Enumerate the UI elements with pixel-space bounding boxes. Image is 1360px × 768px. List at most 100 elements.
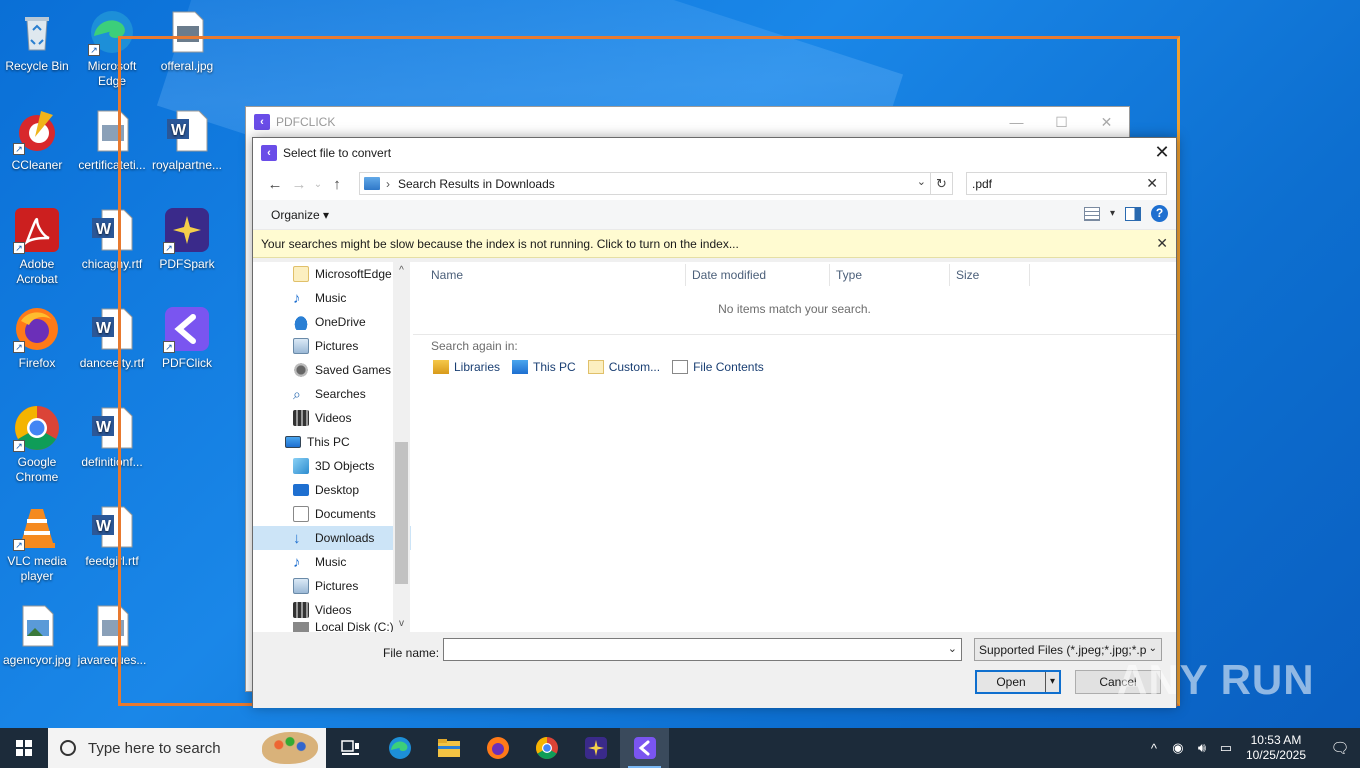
open-split-arrow-icon[interactable]: ▾ [1045,672,1059,692]
nav-item-documents[interactable]: Documents [253,502,411,526]
taskbar-edge[interactable] [375,728,424,768]
organize-button[interactable]: Organize ▾ [271,208,329,222]
search-again-this-pc[interactable]: This PC [512,360,576,374]
address-bar[interactable]: › Search Results in Downloads ⌄ ↻ [359,172,953,195]
search-again-file-contents[interactable]: File Contents [672,360,764,374]
file-name-dropdown-icon[interactable]: ⌄ [948,642,957,655]
clock-time: 10:53 AM [1250,733,1302,747]
preview-pane-icon[interactable] [1125,206,1141,221]
help-icon[interactable]: ? [1151,205,1168,222]
nav-item-searches[interactable]: ⌕ Searches [253,382,411,406]
nav-item-pictures[interactable]: Pictures [253,334,411,358]
navigation-pane: MicrosoftEdge ♪ Music OneDrive Pictures S… [253,262,411,632]
address-row: ← → ⌄ ↑ › Search Results in Downloads ⌄ … [253,168,1176,200]
column-type[interactable]: Type [836,268,862,282]
folder-icon [293,266,309,282]
forward-arrow-icon[interactable]: → [287,172,311,196]
taskbar-firefox[interactable] [473,728,522,768]
scrollbar-thumb[interactable] [395,442,408,584]
taskbar-search-box[interactable]: Type here to search [48,728,326,768]
back-arrow-icon[interactable]: ← [263,172,287,196]
nav-item-this-pc[interactable]: This PC [253,430,411,454]
desktop-icon-agencyor[interactable]: agencyor.jpg [0,602,74,668]
volume-icon[interactable]: 🔊︎ [1190,740,1214,756]
task-view-button[interactable] [326,728,375,768]
file-name-label: File name: [383,646,440,660]
nav-item-videos-pc[interactable]: Videos [253,598,411,622]
infobar-text: Your searches might be slow because the … [261,236,739,251]
music-icon: ♪ [293,290,301,307]
windows-logo-icon [16,740,32,756]
desktop-icon-adobe-acrobat[interactable]: ↗ Adobe Acrobat [0,206,74,287]
nav-item-local-disk[interactable]: Local Disk (C:) [253,622,411,632]
taskbar-pdfspark[interactable] [571,728,620,768]
shortcut-arrow-icon: ↗ [13,440,25,452]
search-highlight-palette-icon [262,732,318,764]
nav-item-pictures-pc[interactable]: Pictures [253,574,411,598]
desktop-icon-google-chrome[interactable]: ↗ Google Chrome [0,404,74,485]
desktop-icon-ccleaner[interactable]: ↗ CCleaner [0,107,74,173]
taskbar-chrome[interactable] [522,728,571,768]
adobe-acrobat-icon: ↗ [13,206,61,254]
nav-item-saved-games[interactable]: Saved Games [253,358,411,382]
nav-item-desktop[interactable]: Desktop [253,478,411,502]
change-view-icon[interactable] [1083,206,1100,221]
meet-now-icon[interactable]: ◉ [1166,740,1190,756]
nav-item-music[interactable]: ♪ Music [253,286,411,310]
nav-scrollbar[interactable]: ^ v [393,262,410,632]
taskbar-pdfclick[interactable] [620,728,669,768]
3d-objects-icon [293,458,309,474]
search-input[interactable]: .pdf ✕ [966,172,1167,195]
search-clear-icon[interactable]: ✕ [1146,175,1158,192]
nav-item-music-pc[interactable]: ♪ Music [253,550,411,574]
scroll-up-icon[interactable]: ^ [393,262,410,279]
saved-games-icon [293,362,309,378]
desktop-icon-vlc[interactable]: ↗ VLC media player [0,503,74,584]
network-icon[interactable]: ▭ [1214,740,1238,756]
search-again-libraries[interactable]: Libraries [433,360,500,374]
column-name[interactable]: Name [431,268,463,282]
show-hidden-icons-chevron-icon[interactable]: ^ [1142,741,1166,756]
infobar-close-icon[interactable]: ✕ [1156,235,1168,252]
close-icon[interactable]: ✕ [1084,107,1129,137]
dialog-close-button[interactable]: ✕ [1148,138,1176,168]
dialog-title: Select file to convert [283,146,392,160]
minimize-icon[interactable]: — [994,107,1039,137]
scroll-down-icon[interactable]: v [393,615,410,632]
address-dropdown-icon[interactable]: ⌄ [917,175,926,188]
start-button[interactable] [0,728,48,768]
pdfclick-icon [633,737,656,759]
pictures-icon [293,578,309,594]
desktop-icon-recycle-bin[interactable]: Recycle Bin [0,8,74,74]
view-options-chevron-icon[interactable]: ▾ [1110,208,1115,219]
file-name-input[interactable]: ⌄ [443,638,962,661]
anyrun-watermark: ANY RUN [1117,656,1315,703]
nav-item-microsoftedge[interactable]: MicrosoftEdge [253,262,411,286]
recent-locations-chevron-icon[interactable]: ⌄ [311,172,325,196]
nav-item-downloads[interactable]: ↓ Downloads [253,526,411,550]
command-toolbar: Organize ▾ ▾ ? [253,200,1176,230]
search-query: .pdf [972,176,993,191]
column-size[interactable]: Size [956,268,979,282]
search-again-custom[interactable]: Custom... [587,360,660,374]
this-pc-icon [512,360,529,374]
taskbar-file-explorer[interactable] [424,728,473,768]
refresh-icon[interactable]: ↻ [930,173,952,194]
clock[interactable]: 10:53 AM 10/25/2025 [1246,733,1306,763]
task-view-icon [340,740,359,755]
up-arrow-icon[interactable]: ↑ [325,172,349,196]
maximize-icon[interactable]: ☐ [1039,107,1084,137]
open-button[interactable]: Open ▾ [975,670,1061,694]
dialog-titlebar: ‹ Select file to convert ✕ [253,138,1176,168]
desktop-icon-firefox[interactable]: ↗ Firefox [0,305,74,371]
index-warning-infobar[interactable]: Your searches might be slow because the … [253,230,1176,258]
nav-item-onedrive[interactable]: OneDrive [253,310,411,334]
shortcut-arrow-icon: ↗ [13,242,25,254]
column-headers: Name Date modified Type Size [413,262,1176,288]
notifications-icon[interactable]: 🗨︎ [1320,739,1360,757]
nav-item-3d-objects[interactable]: 3D Objects [253,454,411,478]
nav-item-videos[interactable]: Videos [253,406,411,430]
column-date-modified[interactable]: Date modified [692,268,766,282]
music-icon: ♪ [293,554,301,571]
desktop-icon [293,484,309,496]
